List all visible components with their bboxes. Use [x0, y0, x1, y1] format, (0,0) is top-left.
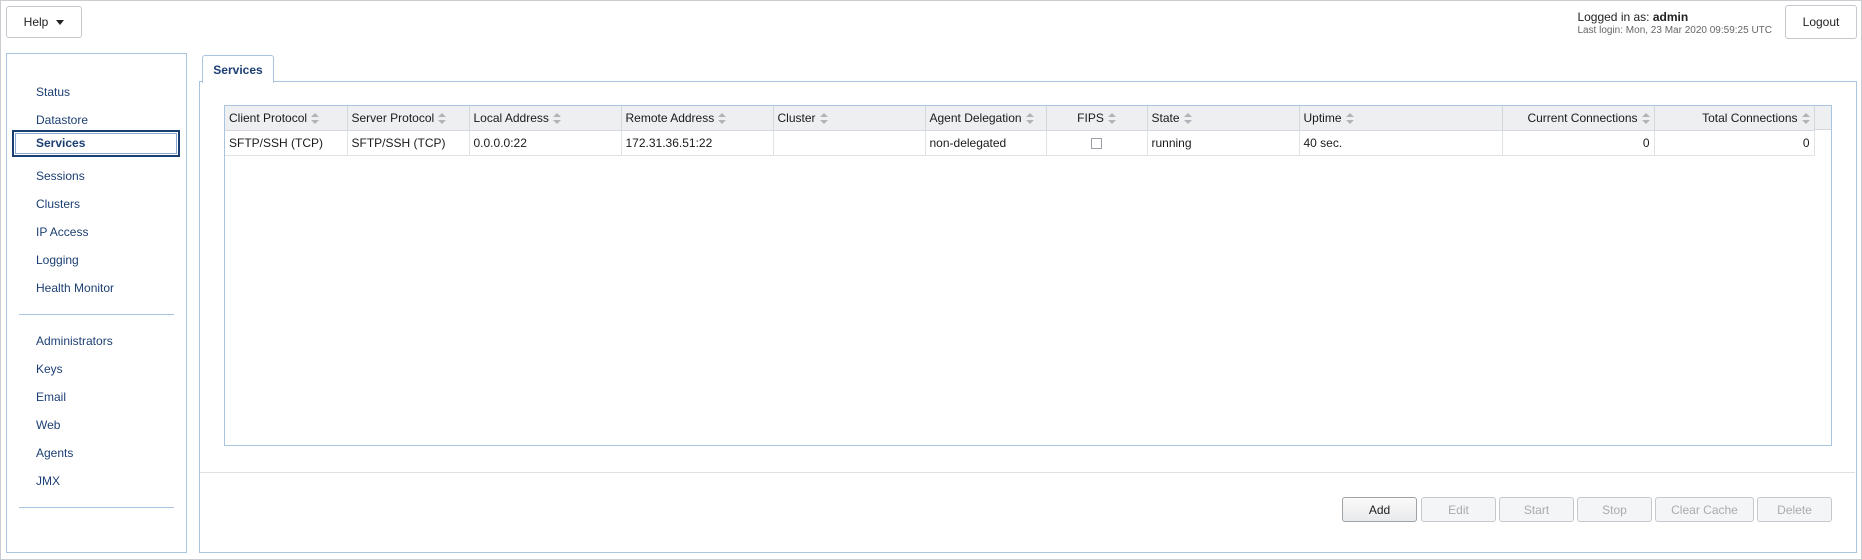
- sidebar-item-administrators[interactable]: Administrators: [36, 334, 113, 348]
- fips-checkbox[interactable]: [1091, 137, 1102, 149]
- cell-total-connections: 0: [1654, 130, 1815, 156]
- cell-current-connections: 0: [1502, 130, 1655, 156]
- login-info: Logged in as: admin Last login: Mon, 23 …: [1577, 10, 1772, 36]
- clear-cache-button[interactable]: Clear Cache: [1655, 497, 1754, 522]
- sidebar-item-logging[interactable]: Logging: [36, 253, 79, 267]
- sort-icon: [1345, 113, 1354, 125]
- cell-remote-address: 172.31.36.51:22: [621, 130, 774, 156]
- logout-button[interactable]: Logout: [1785, 5, 1857, 39]
- sidebar-item-ip-access[interactable]: IP Access: [36, 225, 88, 239]
- sort-icon: [1183, 113, 1192, 125]
- column-header[interactable]: State: [1147, 106, 1300, 131]
- help-menu-button[interactable]: Help: [6, 6, 82, 38]
- sidebar-item-sessions[interactable]: Sessions: [36, 169, 85, 183]
- sidebar-item-clusters[interactable]: Clusters: [36, 197, 80, 211]
- column-header[interactable]: Current Connections: [1502, 106, 1655, 131]
- sidebar-item-status[interactable]: Status: [36, 85, 70, 99]
- sidebar-item-health-monitor[interactable]: Health Monitor: [36, 281, 114, 295]
- sidebar-item-agents[interactable]: Agents: [36, 446, 73, 460]
- column-header[interactable]: Uptime: [1299, 106, 1503, 131]
- delete-button[interactable]: Delete: [1757, 497, 1832, 522]
- sort-icon: [311, 113, 320, 125]
- last-login: Last login: Mon, 23 Mar 2020 09:59:25 UT…: [1577, 25, 1772, 36]
- services-table: Client Protocol Server Protocol Local Ad…: [224, 105, 1832, 446]
- services-grid: Client Protocol Server Protocol Local Ad…: [225, 106, 1815, 156]
- stop-button[interactable]: Stop: [1577, 497, 1652, 522]
- sort-icon: [819, 113, 828, 125]
- sort-icon: [1641, 113, 1650, 125]
- cell-fips: [1046, 130, 1148, 156]
- sidebar-item-web[interactable]: Web: [36, 418, 60, 432]
- column-header[interactable]: Client Protocol: [225, 106, 348, 131]
- logged-in-line: Logged in as: admin: [1577, 10, 1772, 24]
- cell-cluster: [773, 130, 926, 156]
- column-header[interactable]: Remote Address: [621, 106, 774, 131]
- sidebar-nav: Status Datastore Services Sessions Clust…: [6, 53, 187, 553]
- tab-services[interactable]: Services: [202, 55, 274, 83]
- start-button[interactable]: Start: [1499, 497, 1574, 522]
- table-row[interactable]: SFTP/SSH (TCP) SFTP/SSH (TCP) 0.0.0.0:22…: [225, 130, 1815, 156]
- cell-state: running: [1147, 130, 1300, 156]
- column-header[interactable]: Server Protocol: [347, 106, 470, 131]
- sidebar-item-keys[interactable]: Keys: [36, 362, 63, 376]
- sidebar-divider: [19, 314, 174, 315]
- button-bar-divider: [200, 472, 1855, 473]
- sort-icon: [552, 113, 561, 125]
- sort-icon: [1025, 113, 1034, 125]
- caret-down-icon: [56, 19, 65, 25]
- sidebar-item-email[interactable]: Email: [36, 390, 66, 404]
- header-scroll-gap: [1814, 106, 1831, 130]
- cell-local-address: 0.0.0.0:22: [469, 130, 622, 156]
- logged-in-prefix: Logged in as:: [1577, 10, 1650, 24]
- sidebar-item-datastore[interactable]: Datastore: [36, 113, 88, 127]
- cell-uptime: 40 sec.: [1299, 130, 1503, 156]
- table-header-row: Client Protocol Server Protocol Local Ad…: [225, 106, 1815, 131]
- column-header[interactable]: Agent Delegation: [925, 106, 1047, 131]
- cell-client-protocol: SFTP/SSH (TCP): [225, 130, 348, 156]
- add-button[interactable]: Add: [1342, 497, 1417, 522]
- column-header[interactable]: Total Connections: [1654, 106, 1815, 131]
- column-header[interactable]: Local Address: [469, 106, 622, 131]
- cell-server-protocol: SFTP/SSH (TCP): [347, 130, 470, 156]
- sort-icon: [718, 113, 727, 125]
- help-label: Help: [23, 15, 49, 29]
- username: admin: [1652, 10, 1689, 24]
- sidebar-item-services[interactable]: Services: [12, 130, 180, 157]
- sort-icon: [438, 113, 447, 125]
- sort-icon: [1107, 113, 1116, 125]
- sidebar-divider-bottom: [19, 507, 174, 508]
- column-header[interactable]: FIPS: [1046, 106, 1148, 131]
- sort-icon: [1801, 113, 1810, 125]
- column-header[interactable]: Cluster: [773, 106, 926, 131]
- sidebar-item-jmx[interactable]: JMX: [36, 474, 60, 488]
- edit-button[interactable]: Edit: [1421, 497, 1496, 522]
- cell-agent-delegation: non-delegated: [925, 130, 1047, 156]
